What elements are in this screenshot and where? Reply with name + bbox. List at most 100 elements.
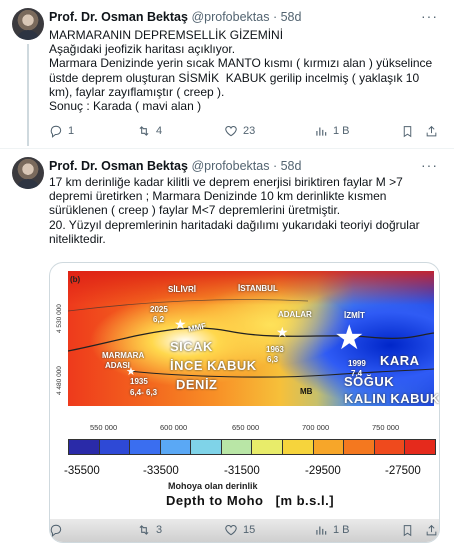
share-icon[interactable]	[425, 125, 438, 138]
timestamp[interactable]: 58d	[281, 159, 302, 173]
colorbar-swatch	[405, 440, 435, 454]
colorbar-swatch	[344, 440, 375, 454]
label-kalin-kabuk: KALIN KABUK	[344, 391, 440, 406]
label-kara: KARA	[380, 353, 420, 368]
reply-icon	[50, 125, 62, 138]
views-count: 1 B	[333, 524, 350, 536]
label-1963-mag: 6,3	[267, 355, 279, 364]
y-tick: 4 480 000	[56, 366, 63, 395]
bookmark-icon[interactable]	[401, 524, 414, 537]
author-handle[interactable]: @profobektas	[191, 159, 269, 173]
avatar[interactable]	[12, 157, 44, 189]
retweet-icon	[139, 126, 149, 136]
label-2025-mag: 6,2	[153, 315, 165, 324]
moho-depth-map: (b) SİLİVRİ İSTANBUL 2025 6,2 ★ MMF ADAL…	[68, 271, 439, 406]
label-1935-mag: 6,4- 6,3	[130, 388, 158, 397]
colorbar-swatch	[99, 440, 131, 454]
label-adalar: ADALAR	[278, 310, 312, 319]
unit-suffix: [m b.s.l.]	[275, 493, 335, 508]
author-name[interactable]: Prof. Dr. Osman Bektaş	[49, 10, 188, 24]
retweet-button[interactable]: 3	[137, 523, 162, 537]
colorbar-tick: -27500	[385, 465, 421, 477]
label-1963: 1963	[266, 345, 284, 354]
more-options-icon[interactable]: ···	[421, 8, 438, 24]
like-button[interactable]: 15	[224, 523, 255, 537]
retweet-count: 4	[156, 125, 163, 137]
colorbar-swatch	[160, 440, 192, 454]
colorbar-swatch	[69, 440, 100, 454]
label-marmara: MARMARA	[102, 351, 145, 360]
bookmark-icon[interactable]	[401, 125, 414, 138]
panel-label: (b)	[70, 275, 81, 284]
reply-count: 1	[68, 125, 75, 137]
more-options-icon[interactable]: ···	[421, 157, 438, 173]
label-deniz: DENİZ	[176, 377, 218, 392]
label-1935: 1935	[130, 377, 148, 386]
reply-icon	[50, 524, 62, 537]
action-bar: 3 15 1 B	[49, 523, 441, 539]
x-tick: 550 000	[90, 423, 118, 432]
colorbar-swatch	[130, 440, 161, 454]
colorbar-swatch	[374, 440, 406, 454]
like-count: 23	[243, 125, 256, 137]
heart-icon	[225, 525, 237, 536]
colorbar-tick: -29500	[305, 465, 341, 477]
label-sicak: SICAK	[170, 339, 213, 354]
thread-line	[27, 44, 29, 146]
unit-label-en: Depth to Moho [m b.s.l.]	[166, 493, 334, 508]
retweet-count: 3	[156, 524, 163, 536]
colorbar-swatch	[221, 440, 253, 454]
like-button[interactable]: 23	[224, 124, 255, 138]
tweet-text: MARMARANIN DEPREMSELLİK GİZEMİNİ Aşağıda…	[49, 28, 433, 114]
timestamp[interactable]: 58d	[281, 10, 302, 24]
colorbar-swatch	[283, 440, 314, 454]
tweet-header: Prof. Dr. Osman Bektaş @profobektas · 58…	[49, 159, 301, 173]
tweet-1[interactable]: Prof. Dr. Osman Bektaş @profobektas · 58…	[0, 0, 454, 146]
x-tick: 600 000	[160, 423, 188, 432]
views-count: 1 B	[333, 125, 350, 137]
x-tick: 750 000	[372, 423, 400, 432]
x-tick: 700 000	[302, 423, 330, 432]
colorbar-tick: -31500	[224, 465, 260, 477]
share-icon[interactable]	[425, 524, 438, 537]
tweet-header: Prof. Dr. Osman Bektaş @profobektas · 58…	[49, 10, 301, 24]
views-chart-icon	[316, 526, 327, 535]
retweet-button[interactable]: 4	[137, 124, 162, 138]
label-silivri: SİLİVRİ	[168, 285, 197, 294]
like-count: 15	[243, 524, 256, 536]
action-bar: 1 4 23 1 B	[49, 124, 441, 140]
views-chart-icon	[316, 127, 327, 136]
heart-icon	[225, 126, 237, 137]
colorbar-tick: -35500	[64, 465, 100, 477]
colorbar-tick: -33500	[143, 465, 179, 477]
x-tick: 650 000	[232, 423, 260, 432]
epicenter-star-1999: ★	[334, 319, 365, 357]
colorbar-swatch	[191, 440, 222, 454]
avatar[interactable]	[12, 8, 44, 40]
label-istanbul: İSTANBUL	[238, 284, 278, 293]
views-button[interactable]: 1 B	[314, 523, 350, 537]
label-2025: 2025	[150, 305, 168, 314]
label-mb: MB	[300, 387, 313, 396]
reply-button[interactable]	[49, 523, 68, 537]
unit-label-tr: Mohoya olan derinlik	[168, 481, 258, 491]
retweet-icon	[139, 525, 149, 535]
epicenter-star-1963: ★	[276, 324, 289, 340]
views-button[interactable]: 1 B	[314, 124, 350, 138]
colorbar-swatch	[252, 440, 284, 454]
label-ince-kabuk: İNCE KABUK	[170, 358, 257, 373]
reply-button[interactable]: 1	[49, 124, 74, 138]
unit-title: Depth to Moho	[166, 493, 264, 508]
epicenter-star-2025: ★	[174, 316, 187, 332]
label-soguk: SOĞUK	[344, 374, 395, 389]
separator-dot: ·	[272, 10, 278, 24]
tweet-text: 17 km derinliğe kadar kilitli ve deprem …	[49, 175, 420, 246]
author-handle[interactable]: @profobektas	[191, 10, 269, 24]
y-tick: 4 530 000	[56, 304, 63, 333]
map-image[interactable]: (b) SİLİVRİ İSTANBUL 2025 6,2 ★ MMF ADAL…	[49, 262, 440, 543]
author-name[interactable]: Prof. Dr. Osman Bektaş	[49, 159, 188, 173]
colorbar-swatch	[313, 440, 345, 454]
colorbar	[68, 439, 436, 455]
separator-dot: ·	[272, 159, 278, 173]
label-1999: 1999	[348, 359, 366, 368]
